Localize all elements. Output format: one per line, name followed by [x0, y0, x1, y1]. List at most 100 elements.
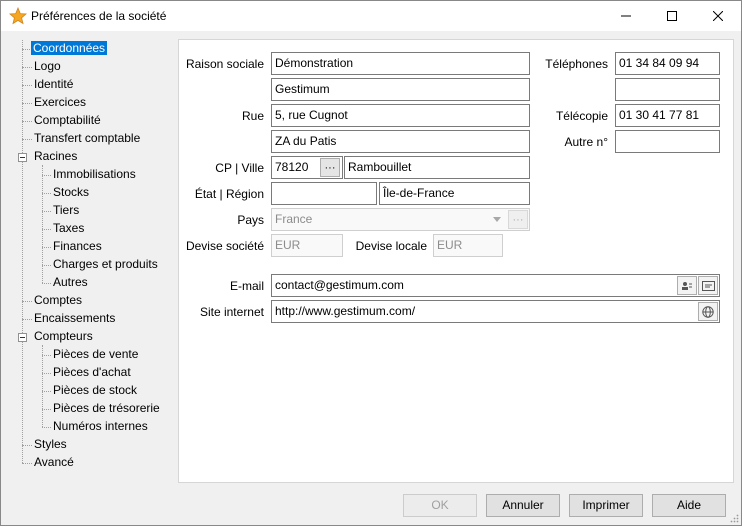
email-contact-button[interactable]	[677, 276, 697, 295]
tree-item-label: Tiers	[53, 203, 80, 217]
dropdown-arrow-icon	[493, 217, 501, 222]
tree-item-transfert-comptable[interactable]: Transfert comptable	[32, 130, 142, 147]
tree-line	[42, 283, 51, 284]
tree-item-racines[interactable]: Racines	[32, 148, 79, 165]
raison-sociale-field-1[interactable]: Démonstration	[271, 52, 530, 75]
aide-button[interactable]: Aide	[652, 494, 726, 517]
tree-item-pieces-stock[interactable]: Pièces de stock	[51, 382, 139, 399]
site-internet-label: Site internet	[199, 305, 264, 319]
tree-line	[42, 265, 51, 266]
tree-line	[22, 139, 32, 140]
tree-item-stocks[interactable]: Stocks	[51, 184, 91, 201]
tree-item-finances[interactable]: Finances	[51, 238, 104, 255]
devise-locale-field: EUR	[433, 234, 503, 257]
telephone-field-1[interactable]: 01 34 84 09 94	[615, 52, 720, 75]
tree-line	[22, 121, 32, 122]
tree-item-pieces-vente[interactable]: Pièces de vente	[51, 346, 140, 363]
pays-lookup-button[interactable]: ···	[508, 210, 528, 229]
tree-item-identite[interactable]: Identité	[32, 76, 75, 93]
telecopie-field[interactable]: 01 30 41 77 81	[615, 104, 720, 127]
tree-item-label: Charges et produits	[53, 257, 158, 271]
autre-numero-field[interactable]	[615, 130, 720, 153]
annuler-button[interactable]: Annuler	[486, 494, 560, 517]
title-bar: Préférences de la société	[1, 1, 741, 31]
tree-line	[42, 391, 51, 392]
tree-item-label: Pièces d'achat	[53, 365, 131, 379]
imprimer-button[interactable]: Imprimer	[569, 494, 643, 517]
collapse-compteurs-toggle[interactable]	[18, 333, 27, 342]
region-field[interactable]: Île-de-France	[379, 182, 530, 205]
tree-item-label: Stocks	[53, 185, 90, 199]
tree-line	[22, 445, 32, 446]
chevron-down-icon[interactable]	[488, 211, 506, 228]
maximize-button[interactable]	[649, 1, 695, 31]
collapse-racines-toggle[interactable]	[18, 153, 27, 162]
tree-item-pieces-tresorerie[interactable]: Pièces de trésorerie	[51, 400, 162, 417]
resize-grip-icon[interactable]	[729, 513, 739, 523]
tree-item-exercices[interactable]: Exercices	[32, 94, 88, 111]
telecopie-label: Télécopie	[555, 109, 608, 123]
minimize-button[interactable]	[603, 1, 649, 31]
devise-societe-field: EUR	[271, 234, 343, 257]
tree-item-logo[interactable]: Logo	[32, 58, 63, 75]
devise-societe-label: Devise société	[185, 239, 264, 253]
tree-item-label: Transfert comptable	[34, 131, 141, 145]
cp-ville-label: CP | Ville	[215, 161, 264, 175]
tree-item-immobilisations[interactable]: Immobilisations	[51, 166, 138, 183]
tree-line	[22, 67, 32, 68]
ville-field[interactable]: Rambouillet	[344, 156, 530, 179]
settings-tree: Coordonnées Logo Identité Exercices Comp…	[1, 31, 176, 481]
email-label: E-mail	[229, 279, 264, 293]
tree-item-autres[interactable]: Autres	[51, 274, 90, 291]
tree-item-label: Comptes	[34, 293, 83, 307]
raison-sociale-field-2[interactable]: Gestimum	[271, 78, 530, 101]
tree-item-taxes[interactable]: Taxes	[51, 220, 86, 237]
tree-item-tiers[interactable]: Tiers	[51, 202, 81, 219]
tree-item-label: Pièces de trésorerie	[53, 401, 160, 415]
tree-item-label: Encaissements	[34, 311, 116, 325]
tree-line	[22, 463, 32, 464]
tree-item-compteurs[interactable]: Compteurs	[32, 328, 95, 345]
close-button[interactable]	[695, 1, 741, 31]
tree-item-pieces-achat[interactable]: Pièces d'achat	[51, 364, 133, 381]
etat-field[interactable]	[271, 182, 377, 205]
open-website-button[interactable]	[698, 302, 718, 321]
rue-field-2[interactable]: ZA du Patis	[271, 130, 530, 153]
tree-item-comptabilite[interactable]: Comptabilité	[32, 112, 103, 129]
email-field[interactable]: contact@gestimum.com	[271, 274, 720, 297]
contact-card-icon	[682, 281, 692, 290]
tree-line	[22, 103, 32, 104]
tree-item-comptes[interactable]: Comptes	[32, 292, 84, 309]
tree-item-charges-produits[interactable]: Charges et produits	[51, 256, 160, 273]
telephones-label: Téléphones	[545, 57, 608, 71]
site-value: http://www.gestimum.com/	[275, 304, 416, 318]
email-value: contact@gestimum.com	[275, 278, 404, 292]
tree-line	[42, 373, 51, 374]
telephone-field-2[interactable]	[615, 78, 720, 101]
tree-item-styles[interactable]: Styles	[32, 436, 69, 453]
ok-button[interactable]: OK	[403, 494, 477, 517]
tree-item-encaissements[interactable]: Encaissements	[32, 310, 117, 327]
tree-item-label: Identité	[34, 77, 74, 91]
cp-lookup-button[interactable]: ···	[320, 158, 340, 177]
tree-item-numeros-internes[interactable]: Numéros internes	[51, 418, 150, 435]
tree-item-label: Compteurs	[34, 329, 93, 343]
tree-item-label: Coordonnées	[31, 41, 108, 55]
tree-item-label: Immobilisations	[53, 167, 136, 181]
pays-value: France	[275, 212, 313, 226]
tree-item-label: Taxes	[53, 221, 85, 235]
tree-item-avance[interactable]: Avancé	[32, 454, 76, 471]
devise-locale-label: Devise locale	[355, 239, 427, 253]
tree-item-label: Pièces de stock	[53, 383, 138, 397]
tree-item-label: Avancé	[34, 455, 74, 469]
rue-label: Rue	[241, 109, 264, 123]
send-email-button[interactable]	[698, 276, 718, 295]
tree-item-label: Autres	[53, 275, 88, 289]
etat-region-label: État | Région	[194, 187, 264, 201]
site-internet-field[interactable]: http://www.gestimum.com/	[271, 300, 720, 323]
close-icon	[713, 11, 723, 21]
rue-field-1[interactable]: 5, rue Cugnot	[271, 104, 530, 127]
raison-sociale-label: Raison sociale	[185, 57, 264, 71]
tree-line	[42, 229, 51, 230]
tree-item-coordonnees[interactable]: Coordonnées	[31, 40, 108, 57]
